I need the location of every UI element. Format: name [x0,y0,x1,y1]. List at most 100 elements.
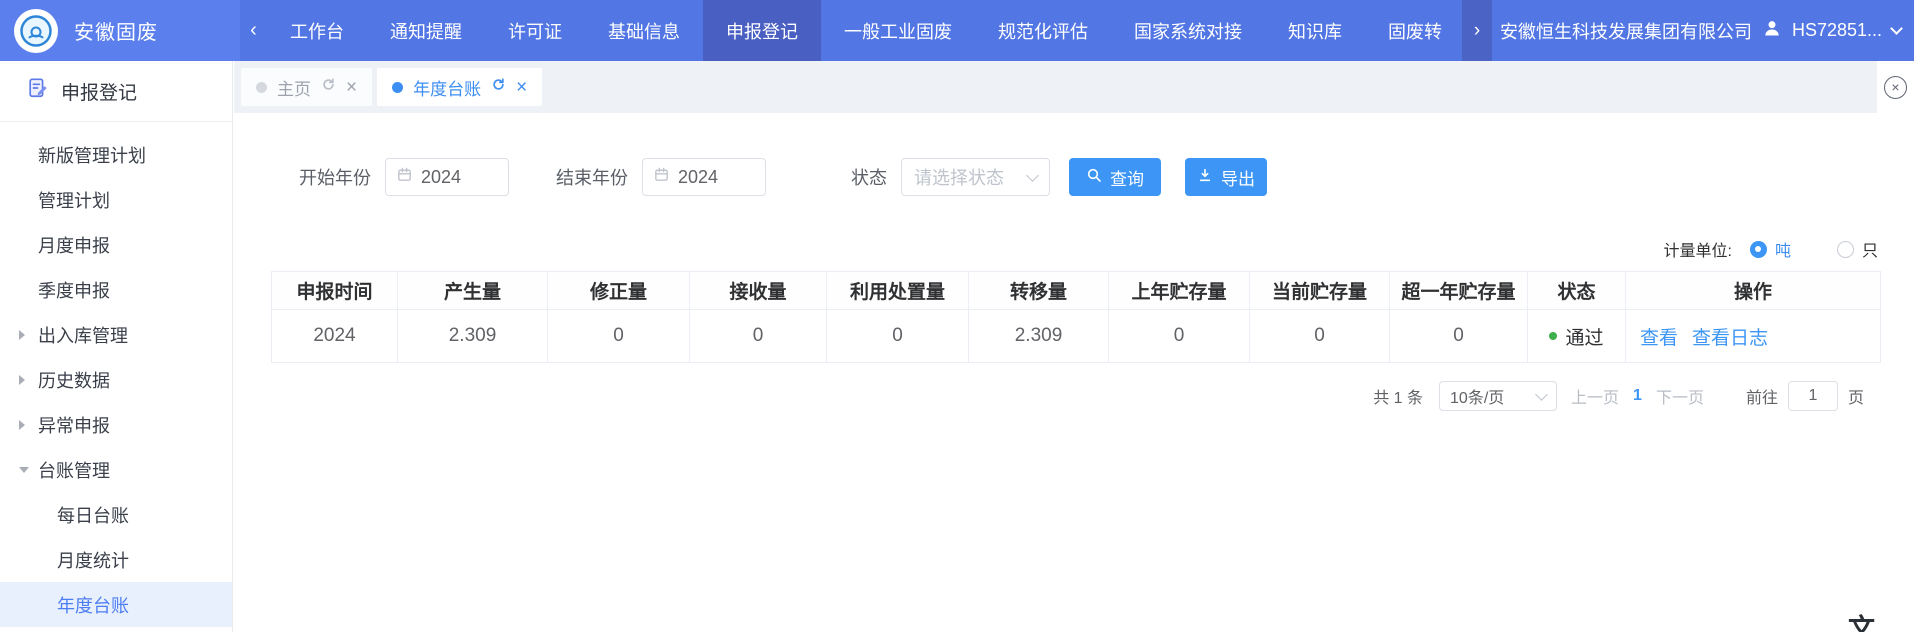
sidebar-item-label: 台账管理 [38,457,110,483]
tab-home[interactable]: 主页 × [241,68,372,106]
nav-item-notifications[interactable]: 通知提醒 [367,0,485,61]
cell-utilized-disposed: 0 [827,310,969,363]
cell-actions: 查看查看日志 [1626,310,1881,363]
start-year-input[interactable] [421,167,498,188]
sidebar-item-new-mgmt-plan[interactable]: 新版管理计划 [0,132,232,177]
goto-suffix: 页 [1848,384,1864,408]
page-size-value: 10条/页 [1450,384,1504,408]
sidebar-item-daily-ledger[interactable]: 每日台账 [0,492,232,537]
nav-item-general-industrial-waste[interactable]: 一般工业固废 [821,0,975,61]
start-year-field[interactable] [385,158,509,196]
nav-item-license[interactable]: 许可证 [485,0,585,61]
calendar-icon [653,166,670,188]
status-badge: 通过 [1565,328,1603,349]
collapsed-arrow-icon [19,420,25,430]
search-button-label: 查询 [1110,165,1144,190]
sidebar-item-inout-warehouse[interactable]: 出入库管理 [0,312,232,357]
goto-page-input[interactable] [1788,381,1838,411]
tab-status-dot [256,82,267,93]
user-menu-chevron-down-icon[interactable] [1890,22,1903,35]
close-icon[interactable]: × [346,78,357,97]
nav-collapse-icon[interactable]: ‹ [240,0,267,61]
collapsed-arrow-icon [19,375,25,385]
filter-bar: 开始年份 结束年份 状态 请选择状态 [299,158,1914,196]
status-select[interactable]: 请选择状态 [901,158,1050,196]
sidebar-item-monthly-declare[interactable]: 月度申报 [0,222,232,267]
nav-item-standard-assessment[interactable]: 规范化评估 [975,0,1111,61]
radio-unselected-icon[interactable] [1837,241,1854,258]
col-utilized-disposed: 利用处置量 [827,272,969,310]
nav-item-waste-transfer[interactable]: 固废转 [1365,0,1462,61]
sidebar-menu: 新版管理计划 管理计划 月度申报 季度申报 出入库管理 历史数据 异常申报 台账… [0,122,232,627]
brand-area: 安徽固废 [0,0,240,61]
end-year-field[interactable] [642,158,766,196]
unit-option-label: 吨 [1775,237,1791,261]
nav-item-knowledge-base[interactable]: 知识库 [1265,0,1365,61]
search-button[interactable]: 查询 [1069,158,1161,196]
status-green-dot-icon [1549,332,1557,340]
end-year-label: 结束年份 [556,164,628,190]
col-over-one-year-storage: 超一年贮存量 [1390,272,1528,310]
cell-over-one-year-storage: 0 [1390,310,1528,363]
radio-selected-icon[interactable] [1750,241,1767,258]
view-log-link[interactable]: 查看日志 [1692,328,1768,349]
calendar-icon [396,166,413,188]
sidebar-item-monthly-stats[interactable]: 月度统计 [0,537,232,582]
floating-widget-partial-glyph[interactable]: 文 [1848,607,1875,632]
nav-item-workbench[interactable]: 工作台 [267,0,367,61]
chevron-down-icon [1535,388,1548,401]
username[interactable]: HS72851... [1792,20,1882,41]
col-declare-time: 申报时间 [272,272,398,310]
nav-menu: 工作台 通知提醒 许可证 基础信息 申报登记 一般工业固废 规范化评估 国家系统… [267,0,1462,61]
search-icon [1086,167,1102,188]
view-link[interactable]: 查看 [1640,328,1678,349]
tab-annual-ledger[interactable]: 年度台账 × [377,68,542,106]
close-icon[interactable]: × [516,78,527,97]
total-count: 共 1 条 [1373,384,1423,408]
sidebar-item-ledger-mgmt[interactable]: 台账管理 [0,447,232,492]
unit-option-label: 只 [1862,237,1878,261]
app-logo-icon [14,9,58,53]
nav-item-declaration[interactable]: 申报登记 [703,0,821,61]
sidebar-title: 申报登记 [61,78,137,105]
ledger-table: 申报时间 产生量 修正量 接收量 利用处置量 转移量 上年贮存量 当前贮存量 超… [271,271,1881,363]
sidebar-item-abnormal-declare[interactable]: 异常申报 [0,402,232,447]
main-content: 开始年份 结束年份 状态 请选择状态 [234,113,1914,632]
cell-current-storage: 0 [1250,310,1390,363]
nav-overflow-chevron-icon[interactable]: › [1462,0,1492,61]
status-label: 状态 [851,164,887,190]
start-year-label: 开始年份 [299,164,371,190]
sidebar-item-history-data[interactable]: 历史数据 [0,357,232,402]
end-year-input[interactable] [678,167,755,188]
current-page-button[interactable]: 1 [1633,387,1642,405]
app-title: 安徽固废 [74,16,158,45]
unit-label: 计量单位: [1664,237,1732,261]
export-button[interactable]: 导出 [1185,158,1267,196]
top-navbar: 安徽固废 ‹ 工作台 通知提醒 许可证 基础信息 申报登记 一般工业固废 规范化… [0,0,1914,61]
chevron-down-icon [1026,169,1039,182]
page-size-select[interactable]: 10条/页 [1439,381,1557,411]
declaration-doc-icon [27,77,49,105]
tab-label: 年度台账 [413,75,481,100]
sidebar-item-mgmt-plan[interactable]: 管理计划 [0,177,232,222]
nav-item-basic-info[interactable]: 基础信息 [585,0,703,61]
refresh-icon[interactable] [321,77,336,97]
goto-prefix: 前往 [1746,384,1778,408]
sidebar-item-label: 异常申报 [38,412,110,438]
sidebar-item-quarterly-declare[interactable]: 季度申报 [0,267,232,312]
sidebar: 申报登记 新版管理计划 管理计划 月度申报 季度申报 出入库管理 历史数据 异常… [0,61,233,632]
nav-item-national-system[interactable]: 国家系统对接 [1111,0,1265,61]
cell-received: 0 [690,310,827,363]
unit-option-piece[interactable]: 只 [1837,237,1878,261]
download-icon [1197,167,1213,188]
close-all-tabs-button[interactable]: × [1877,61,1914,113]
sidebar-item-annual-ledger[interactable]: 年度台账 [0,582,232,627]
unit-option-ton[interactable]: 吨 [1750,237,1791,261]
navbar-user-area: 安徽恒生科技发展集团有限公司 HS72851... [1492,18,1914,44]
company-name: 安徽恒生科技发展集团有限公司 [1500,18,1752,44]
prev-page-button[interactable]: 上一页 [1571,384,1619,408]
cell-transferred: 2.309 [969,310,1109,363]
refresh-icon[interactable] [491,77,506,97]
cell-corrected: 0 [548,310,690,363]
next-page-button[interactable]: 下一页 [1656,384,1704,408]
